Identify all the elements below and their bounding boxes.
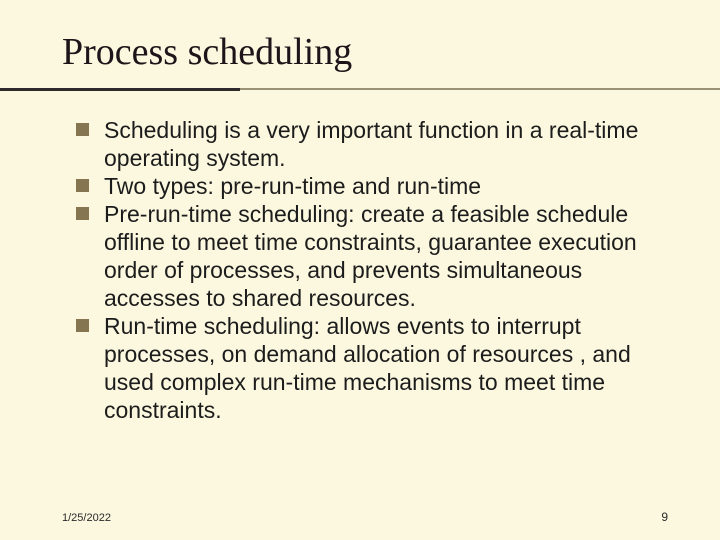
page-number: 9 [661,510,668,524]
title-area: Process scheduling [0,0,720,82]
slide-title: Process scheduling [62,30,720,74]
bullet-list: Scheduling is a very important function … [76,116,670,425]
title-rule [0,88,720,94]
bullet-item: Scheduling is a very important function … [76,116,670,172]
body-area: Scheduling is a very important function … [0,94,720,425]
footer-date: 1/25/2022 [62,512,111,524]
footer: 1/25/2022 9 [0,510,720,524]
slide: Process scheduling Scheduling is a very … [0,0,720,540]
rule-accent [0,88,240,91]
bullet-item: Two types: pre-run-time and run-time [76,172,670,200]
bullet-item: Pre-run-time scheduling: create a feasib… [76,200,670,312]
bullet-item: Run-time scheduling: allows events to in… [76,312,670,424]
